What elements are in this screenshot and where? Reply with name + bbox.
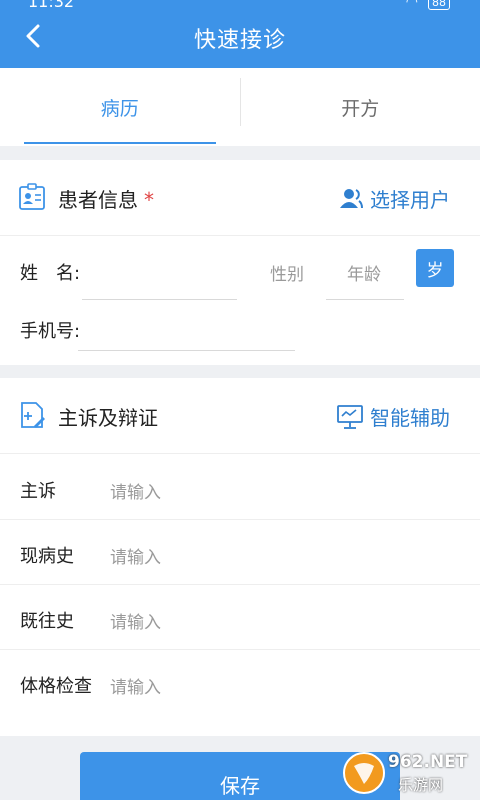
physical-exam-input[interactable]: 请输入 [110,673,161,698]
battery-icon: 88 [428,0,450,10]
chief-complaint-input[interactable]: 请输入 [110,478,161,503]
tab-bar: 病历 开方 [0,68,480,146]
tab-medical-record[interactable]: 病历 [0,68,240,146]
select-user-button[interactable]: 选择用户 [338,184,450,213]
wifi-icon: ◠ [405,0,418,10]
complaint-title: 主诉及辩证 [58,406,158,430]
physical-exam-row[interactable]: 体格检查 请输入 [0,650,480,715]
users-icon [340,188,363,208]
page-title: 快速接诊 [193,28,286,53]
present-illness-label: 现病史 [20,546,74,567]
complaint-card: 主诉及辩证 智能辅助 主诉 请输入 现病史 请输入 既往史 请输入 体格检查 请… [0,378,480,736]
status-time: 11:32 [28,0,75,11]
complaint-header: 主诉及辩证 智能辅助 [0,378,480,454]
name-input[interactable] [82,299,237,300]
past-history-label: 既往史 [20,611,74,632]
age-unit-button[interactable]: 岁 [416,249,454,287]
phone-label: 手机号: [20,321,81,342]
monitor-icon [337,404,363,429]
watermark-top-text: 962.NET [388,752,468,772]
watermark-logo: 962.NET 乐游网 [342,750,474,796]
status-icons: ◠ 88 [406,0,450,10]
patient-info-title: 患者信息 * [58,184,154,213]
present-illness-row[interactable]: 现病史 请输入 [0,520,480,585]
present-illness-input[interactable]: 请输入 [110,543,161,568]
select-user-label: 选择用户 [370,188,450,212]
physical-exam-label: 体格检查 [20,676,92,697]
past-history-row[interactable]: 既往史 请输入 [0,585,480,650]
age-input[interactable]: 年龄 [347,260,381,285]
chief-complaint-row[interactable]: 主诉 请输入 [0,455,480,520]
past-history-input[interactable]: 请输入 [110,608,161,633]
id-card-icon [19,183,45,210]
chief-complaint-label: 主诉 [20,481,56,502]
phone-input[interactable] [78,350,295,351]
name-label: 姓 名: [20,263,81,284]
patient-info-header: 患者信息 * 选择用户 [0,160,480,236]
tab-prescription[interactable]: 开方 [241,68,480,146]
gender-select[interactable]: 性别 [270,260,304,285]
patient-info-title-text: 患者信息 [58,188,138,212]
watermark-bottom-text: 乐游网 [398,776,444,794]
smart-assist-button[interactable]: 智能辅助 [336,402,450,431]
age-input-underline [326,299,404,300]
edit-record-icon [21,402,45,428]
smart-assist-label: 智能辅助 [370,406,450,430]
app-header: 11:32 ◠ 88 快速接诊 [0,0,480,68]
required-mark: * [144,188,154,212]
